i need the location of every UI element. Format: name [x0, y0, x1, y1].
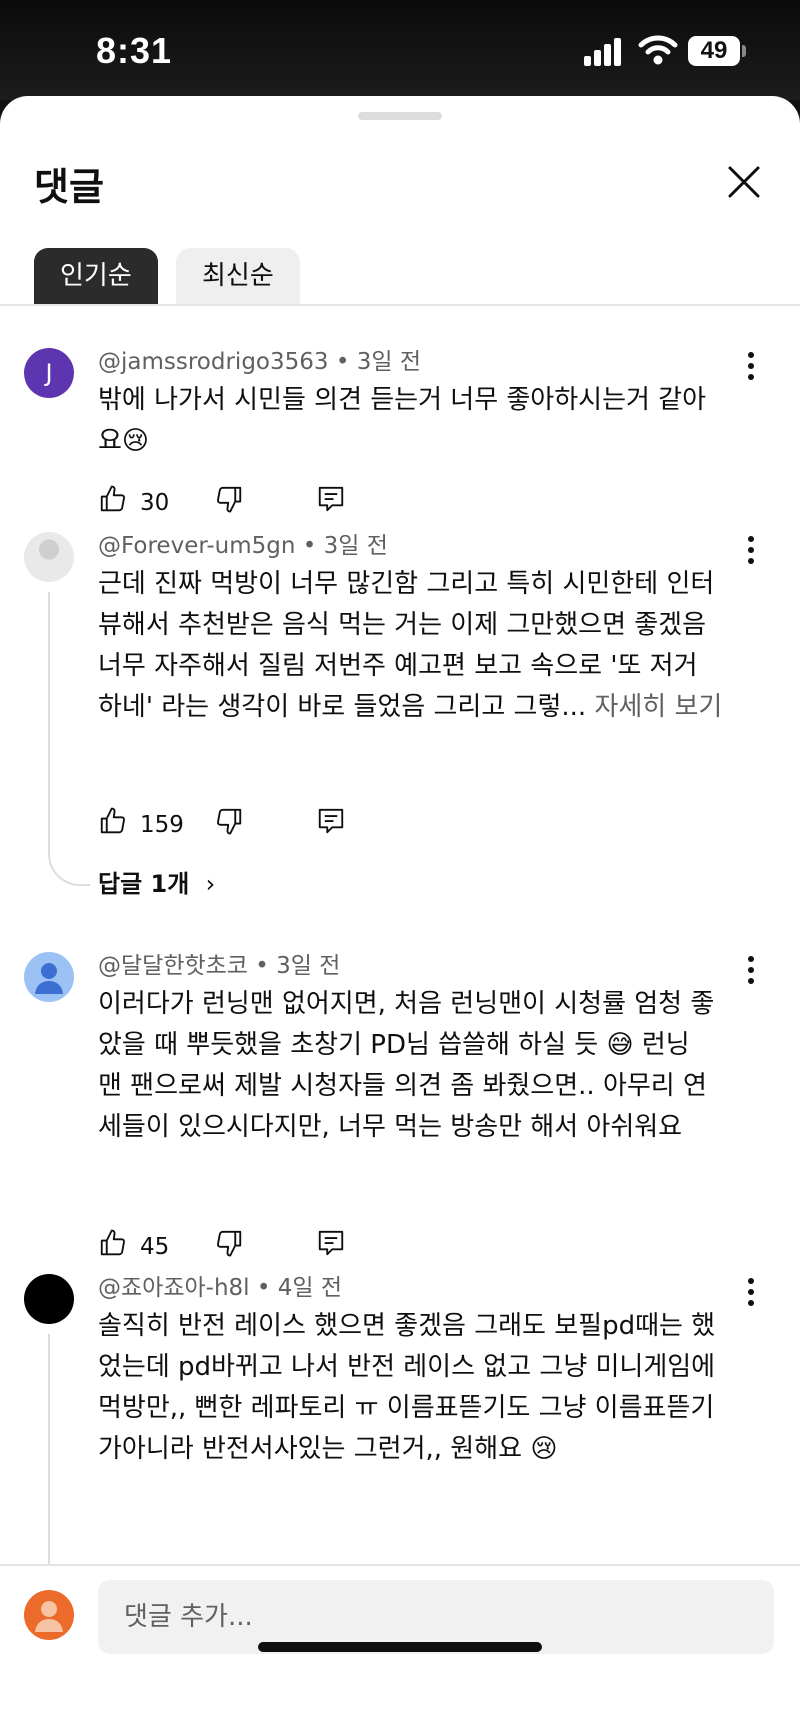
- dislike-icon[interactable]: [214, 1228, 244, 1258]
- meta-separator: •: [255, 953, 277, 979]
- signal-icon: [584, 38, 624, 66]
- comment-line-text: 가아니라 반전서사있는 그런거,, 원해요: [98, 1434, 523, 1464]
- comment-line: 근데 진짜 먹방이 너무 많긴함 그리고 특히 시민한테 인터: [98, 569, 715, 599]
- comment-line: 솔직히 반전 레이스 했으면 좋겠음 그래도 보필pd때는 했: [98, 1311, 716, 1341]
- close-icon[interactable]: [722, 160, 766, 204]
- comment-text: 솔직히 반전 레이스 했으면 좋겠음 그래도 보필pd때는 했 었는데 pd바뀌…: [98, 1306, 738, 1470]
- status-time: 8:31: [96, 30, 173, 71]
- comment-age: 3일 전: [356, 349, 421, 375]
- comment-meta: @Forever-um5gn • 3일 전: [98, 526, 388, 560]
- like-icon[interactable]: [98, 806, 128, 836]
- replies-toggle[interactable]: 답글 1개 ›: [98, 864, 215, 899]
- avatar[interactable]: J: [24, 348, 74, 398]
- wifi-icon: [638, 35, 678, 65]
- my-avatar[interactable]: [24, 1590, 74, 1640]
- emoji: 😅: [606, 1030, 634, 1060]
- status-bar: 8:31 49: [0, 0, 800, 100]
- comment-line: 너무 자주해서 질림 저번주 예고편 보고 속으로 '또 저거: [98, 651, 698, 681]
- comment-line-text: 았을 때 뿌듯했을 초창기 PD님 씁쓸해 하실 듯: [98, 1030, 599, 1060]
- tabs-divider: [0, 304, 800, 306]
- comment-text: 근데 진짜 먹방이 너무 많긴함 그리고 특히 시민한테 인터 뷰해서 추천받은…: [98, 564, 738, 728]
- like-count: 30: [140, 490, 170, 516]
- home-indicator: [258, 1642, 542, 1652]
- avatar[interactable]: [24, 952, 74, 1002]
- like-count: 45: [140, 1234, 170, 1260]
- like-icon[interactable]: [98, 1228, 128, 1258]
- comment-meta: @jamssrodrigo3563 • 3일 전: [98, 342, 421, 376]
- like-icon[interactable]: [98, 484, 128, 514]
- comment-meta: @달달한핫초코 • 3일 전: [98, 946, 340, 980]
- comment-line: 이러다가 런닝맨 없어지면, 처음 런닝맨이 시청률 엄청 좋: [98, 989, 715, 1019]
- tab-top-comments[interactable]: 인기순: [34, 248, 158, 304]
- more-options-icon[interactable]: [736, 1272, 766, 1312]
- comment-line: 가아니라 반전서사있는 그런거,, 원해요 😢: [98, 1429, 738, 1470]
- comment-line: 세들이 있으시다지만, 너무 먹는 방송만 해서 아쉬워요: [98, 1112, 683, 1142]
- dislike-icon[interactable]: [214, 484, 244, 514]
- comment-line-text: 런닝: [641, 1030, 690, 1060]
- avatar[interactable]: [24, 1274, 74, 1324]
- battery-icon: 49: [688, 36, 740, 66]
- comments-sheet: 댓글 인기순 최신순 J @jamssrodrigo3563 • 3일 전 밖에…: [0, 96, 800, 1732]
- reply-icon[interactable]: [316, 1228, 346, 1258]
- comment-age: 4일 전: [277, 1275, 343, 1301]
- comment-composer: [0, 1564, 800, 1732]
- comment-line: 요😢: [98, 421, 738, 462]
- meta-separator: •: [302, 533, 324, 559]
- comment-author[interactable]: @죠아죠아-h8l: [98, 1275, 250, 1301]
- comment-line: 먹방만,, 뻔한 레파토리 ㅠ 이름표뜯기도 그냥 이름표뜯기: [98, 1393, 715, 1423]
- more-options-icon[interactable]: [736, 530, 766, 570]
- comment-meta: @죠아죠아-h8l • 4일 전: [98, 1268, 342, 1302]
- reply-icon[interactable]: [316, 806, 346, 836]
- emoji: 😢: [121, 426, 150, 456]
- sheet-title: 댓글: [34, 165, 104, 209]
- comment-line: 밖에 나가서 시민들 의견 듣는거 너무 좋아하시는거 같아: [98, 385, 707, 415]
- comment-line: 맨 팬으로써 제발 시청자들 의견 좀 봐줬으면.. 아무리 연: [98, 1071, 707, 1101]
- more-options-icon[interactable]: [736, 950, 766, 990]
- like-count: 159: [140, 812, 184, 838]
- thread-line: [48, 592, 90, 886]
- meta-separator: •: [335, 349, 357, 375]
- emoji: 😢: [530, 1434, 558, 1464]
- read-more-link[interactable]: 자세히 보기: [594, 692, 722, 722]
- comment-line: 았을 때 뿌듯했을 초창기 PD님 씁쓸해 하실 듯 😅 런닝: [98, 1025, 738, 1066]
- comment-author[interactable]: @jamssrodrigo3563: [98, 349, 329, 375]
- tab-newest[interactable]: 최신순: [176, 248, 300, 304]
- comment-age: 3일 전: [276, 953, 341, 979]
- comment-author[interactable]: @Forever-um5gn: [98, 533, 295, 559]
- comment-author[interactable]: @달달한핫초코: [98, 953, 248, 979]
- comment-text: 이러다가 런닝맨 없어지면, 처음 런닝맨이 시청률 엄청 좋 았을 때 뿌듯했…: [98, 984, 738, 1148]
- comment-line-text: 요: [98, 426, 122, 456]
- default-user-icon: [35, 1601, 63, 1632]
- reply-icon[interactable]: [316, 484, 346, 514]
- comment-line: 뷰해서 추천받은 음식 먹는 거는 이제 그만했으면 좋겠음: [98, 610, 707, 640]
- default-user-icon: [35, 963, 63, 994]
- more-options-icon[interactable]: [736, 346, 766, 386]
- replies-label: 답글 1개: [98, 870, 190, 898]
- comment-text: 밖에 나가서 시민들 의견 듣는거 너무 좋아하시는거 같아 요😢: [98, 380, 738, 462]
- drag-handle[interactable]: [358, 112, 442, 120]
- chevron-right-icon: ›: [205, 870, 216, 898]
- comment-line: 었는데 pd바뀌고 나서 반전 레이스 없고 그냥 미니게임에: [98, 1352, 716, 1382]
- battery-tip: [742, 45, 746, 57]
- meta-separator: •: [256, 1275, 278, 1301]
- comment-line: 하네' 라는 생각이 바로 들었음 그리고 그렇... 자세히 보기: [98, 687, 738, 728]
- dislike-icon[interactable]: [214, 806, 244, 836]
- avatar[interactable]: [24, 532, 74, 582]
- comment-line-text: 하네' 라는 생각이 바로 들었음 그리고 그렇...: [98, 692, 587, 722]
- comment-age: 3일 전: [323, 533, 388, 559]
